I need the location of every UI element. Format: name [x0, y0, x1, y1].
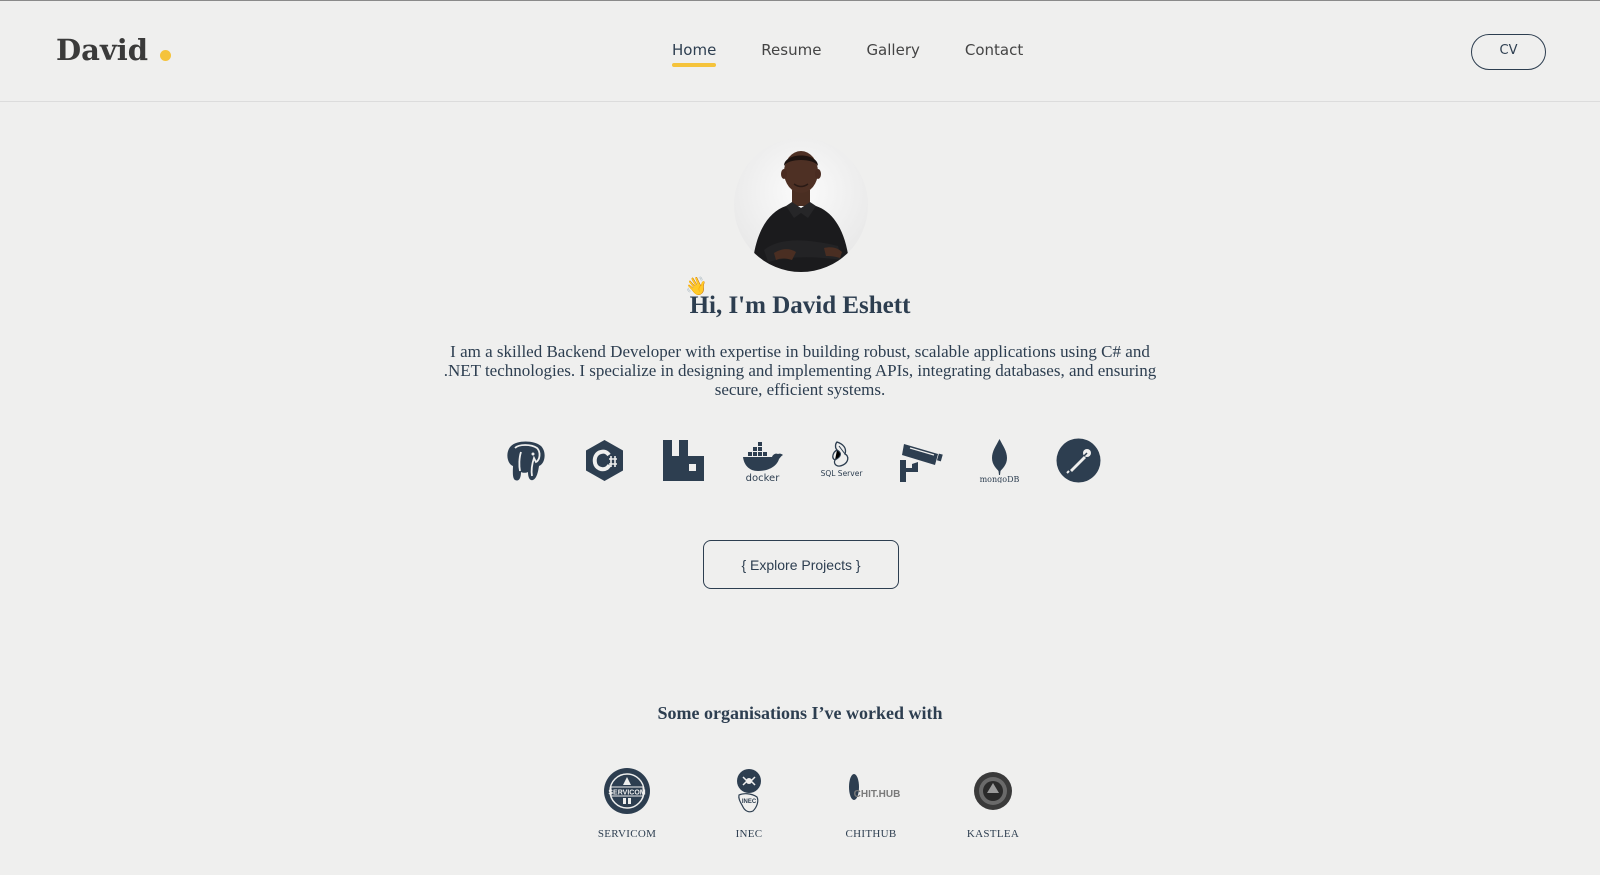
postman-icon — [1056, 438, 1101, 483]
cctv-camera-icon — [898, 438, 943, 483]
docker-icon: docker — [740, 438, 785, 483]
org-name: SERVICOM — [597, 828, 657, 840]
org-name: CHITHUB — [845, 828, 897, 840]
svg-text:CHIT.HUB: CHIT.HUB — [854, 789, 901, 800]
postgresql-icon — [503, 438, 548, 483]
hero-description: I am a skilled Backend Developer with ex… — [443, 342, 1157, 399]
hero-title: Hi, I'm David Eshett — [689, 292, 911, 319]
org-name: KASTLEA — [966, 828, 1020, 840]
svg-text:SERVICOM: SERVICOM — [608, 790, 645, 797]
svg-text:SQL Server: SQL Server — [821, 469, 864, 478]
csharp-icon — [582, 438, 627, 483]
mongodb-icon: mongoDB — [977, 438, 1022, 483]
servicom-logo: SERVICOM — [597, 766, 657, 816]
site-header: David Home Resume Gallery Contact CV — [0, 1, 1600, 102]
brand-logo[interactable]: David — [56, 33, 172, 67]
nav-resume[interactable]: Resume — [761, 41, 821, 59]
tech-stack-row: docker SQL Server mongoDB — [503, 438, 1101, 483]
profile-avatar — [734, 138, 868, 272]
rabbitmq-icon — [661, 438, 706, 483]
inec-logo: INEC — [719, 766, 779, 816]
explore-projects-button[interactable]: { Explore Projects } — [703, 540, 899, 589]
brand-name: David — [56, 33, 149, 67]
org-kastlea: KASTLEA — [948, 766, 1038, 840]
sql-server-icon: SQL Server — [819, 438, 864, 483]
org-servicom: SERVICOM SERVICOM — [582, 766, 672, 840]
profile-photo — [752, 151, 850, 272]
svg-text:INEC: INEC — [742, 799, 757, 805]
svg-text:docker: docker — [746, 473, 781, 483]
nav-contact[interactable]: Contact — [965, 41, 1023, 59]
org-name: INEC — [735, 828, 763, 840]
organisations-heading: Some organisations I’ve worked with — [657, 703, 943, 723]
chithub-logo: CHIT.HUB — [841, 766, 901, 816]
org-chithub: CHIT.HUB CHITHUB — [826, 766, 916, 840]
svg-text:mongoDB: mongoDB — [980, 475, 1020, 483]
cv-button[interactable]: CV — [1471, 34, 1546, 70]
kastlea-logo — [963, 766, 1023, 816]
main-nav: Home Resume Gallery Contact — [672, 41, 1023, 67]
nav-gallery[interactable]: Gallery — [866, 41, 919, 59]
org-inec: INEC INEC — [704, 766, 794, 840]
organisations-row: SERVICOM SERVICOM INEC INEC CHIT.HUB CHI… — [582, 766, 1038, 840]
brand-dot-icon — [160, 49, 172, 61]
nav-home[interactable]: Home — [672, 41, 717, 67]
